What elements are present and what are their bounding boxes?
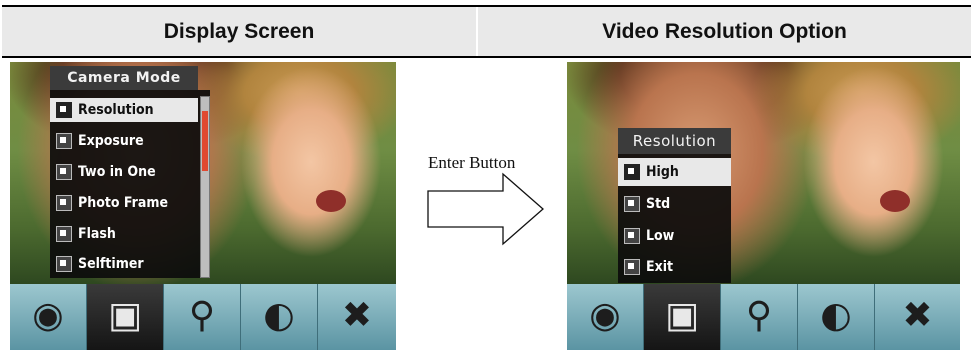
mode-toolbar: ◉ ▣ ⚲ ◐ ✖ (567, 284, 960, 350)
toolbar-video-mode[interactable]: ◉ (567, 284, 644, 350)
flash-icon (56, 226, 72, 242)
toolbar-voice-mode[interactable]: ⚲ (164, 284, 241, 350)
menu-item-resolution[interactable]: Resolution (50, 98, 198, 122)
toolbar-video-mode[interactable]: ◉ (10, 284, 87, 350)
resolution-menu: High Std Low Exit (618, 154, 731, 283)
toolbar-voice-mode[interactable]: ⚲ (721, 284, 798, 350)
toolbar-camera-mode[interactable]: ▣ (644, 284, 721, 350)
palette-icon: ◐ (820, 295, 852, 336)
two-in-one-icon (56, 164, 72, 180)
selftimer-icon (56, 256, 72, 272)
toolbar-camera-mode[interactable]: ▣ (87, 284, 164, 350)
photo-frame-icon (56, 195, 72, 211)
menu-item-photo-frame[interactable]: Photo Frame (50, 191, 198, 215)
menu-item-label: Selftimer (78, 256, 144, 272)
enter-button-label: Enter Button (428, 153, 516, 172)
menu-item-label: High (646, 164, 679, 180)
header-video-resolution-option: Video Resolution Option (478, 7, 971, 56)
exposure-icon (56, 133, 72, 149)
photo-smile (880, 190, 910, 212)
menu-item-flash[interactable]: Flash (50, 222, 198, 246)
menu-item-exposure[interactable]: Exposure (50, 129, 198, 153)
palette-icon: ◐ (263, 295, 295, 336)
toolbar-effect-mode[interactable]: ◐ (241, 284, 318, 350)
high-icon (624, 164, 640, 180)
toolbar-setup-mode[interactable]: ✖ (875, 284, 960, 350)
toolbar-effect-mode[interactable]: ◐ (798, 284, 875, 350)
display-screen-image: Camera Mode Resolution Exposure Two in O… (10, 62, 396, 350)
menu-item-high[interactable]: High (618, 158, 731, 186)
toolbar-setup-mode[interactable]: ✖ (318, 284, 396, 350)
menu-item-label: Resolution (78, 102, 154, 118)
menu-item-low[interactable]: Low (618, 222, 731, 250)
header-display-screen: Display Screen (2, 7, 476, 56)
right-arrow-icon (427, 172, 544, 246)
mode-toolbar: ◉ ▣ ⚲ ◐ ✖ (10, 284, 396, 350)
std-icon (624, 196, 640, 212)
camera-mode-menu: Resolution Exposure Two in One Photo Fra… (50, 90, 210, 278)
menu-item-label: Flash (78, 226, 116, 242)
menu-item-label: Photo Frame (78, 195, 169, 211)
microphone-icon: ⚲ (188, 295, 216, 336)
menu-item-label: Exit (646, 259, 674, 275)
table-header-rule (2, 56, 971, 58)
menu-item-label: Low (646, 228, 675, 244)
camera-icon: ▣ (664, 295, 699, 336)
tools-icon: ✖ (341, 295, 373, 336)
menu-scrollbar[interactable] (200, 96, 210, 278)
low-icon (624, 228, 640, 244)
video-resolution-screen-image: Resolution High Std Low Exit ◉ ▣ ⚲ ◐ ✖ (567, 62, 960, 350)
microphone-icon: ⚲ (745, 295, 773, 336)
camera-icon: ▣ (107, 295, 142, 336)
exit-icon (624, 259, 640, 275)
tools-icon: ✖ (902, 295, 933, 336)
photo-smile (316, 190, 346, 212)
menu-item-label: Std (646, 196, 671, 212)
film-reel-icon: ◉ (32, 295, 64, 336)
menu-title: Resolution (618, 128, 731, 154)
menu-item-std[interactable]: Std (618, 190, 731, 218)
scrollbar-thumb[interactable] (202, 111, 208, 171)
resolution-icon (56, 102, 72, 118)
menu-title: Camera Mode (50, 66, 198, 90)
film-reel-icon: ◉ (589, 295, 621, 336)
menu-item-label: Exposure (78, 133, 144, 149)
menu-item-exit[interactable]: Exit (618, 253, 731, 281)
menu-item-two-in-one[interactable]: Two in One (50, 160, 198, 184)
menu-item-label: Two in One (78, 164, 156, 180)
menu-item-selftimer[interactable]: Selftimer (50, 252, 198, 276)
